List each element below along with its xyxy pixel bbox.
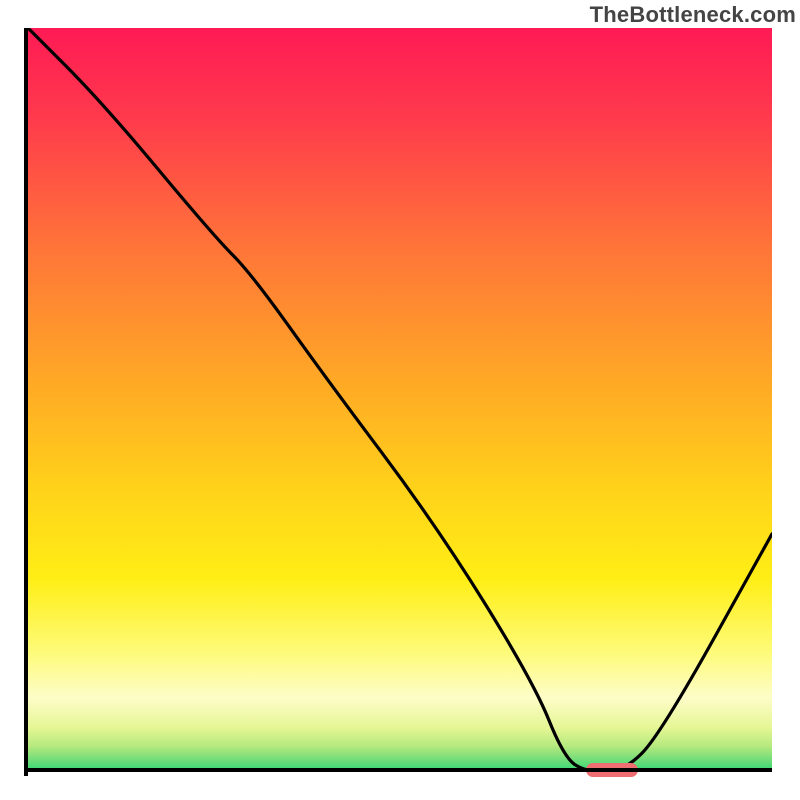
y-axis	[24, 28, 28, 776]
watermark-text: TheBottleneck.com	[590, 2, 796, 28]
bottleneck-chart: TheBottleneck.com	[0, 0, 800, 800]
plot-area	[28, 28, 772, 772]
bottleneck-curve	[28, 28, 772, 772]
x-axis	[28, 768, 772, 772]
